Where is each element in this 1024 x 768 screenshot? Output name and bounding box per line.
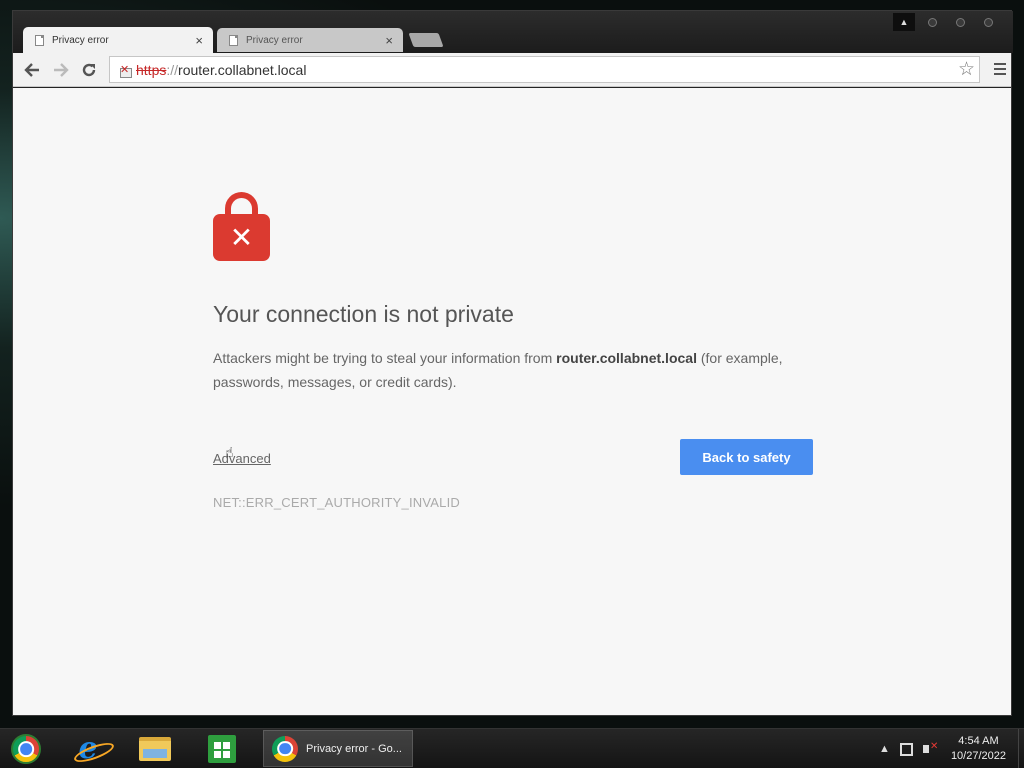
tab-title: Privacy error — [246, 34, 303, 46]
desc-host: router.collabnet.local — [556, 350, 697, 366]
tab-strip: Privacy error × Privacy error × ▲ — [13, 11, 1013, 54]
desc-prefix: Attackers might be trying to steal your … — [213, 350, 557, 366]
close-window-button[interactable] — [977, 13, 999, 31]
url-host: router.collabnet.local — [178, 61, 307, 78]
system-tray: ▲ 4:54 AM 10/27/2022 — [879, 729, 1024, 768]
back-arrow-icon[interactable] — [20, 59, 44, 81]
address-bar[interactable]: https :// router.collabnet.local ☆ — [109, 56, 980, 83]
taskbar-store-icon[interactable] — [196, 732, 248, 766]
error-lock-icon: ✕ — [213, 192, 270, 261]
taskbar-chrome-icon[interactable] — [0, 732, 52, 766]
taskbar-window-label: Privacy error - Go... — [306, 742, 402, 755]
forward-arrow-icon[interactable] — [49, 59, 73, 81]
taskbar-chrome-window[interactable]: Privacy error - Go... — [263, 730, 413, 767]
show-hidden-icons-icon[interactable]: ▲ — [879, 743, 890, 755]
page-title: Your connection is not private — [213, 301, 514, 327]
taskbar: e Privacy error - Go... ▲ 4:54 AM 10/27/… — [0, 728, 1024, 768]
clock[interactable]: 4:54 AM 10/27/2022 — [951, 734, 1006, 764]
clock-time: 4:54 AM — [958, 735, 999, 747]
page-icon — [229, 34, 238, 46]
chrome-icon — [272, 735, 298, 762]
taskbar-file-explorer-icon[interactable] — [129, 732, 181, 766]
hamburger-menu-icon[interactable] — [994, 63, 1006, 75]
url-separator: :// — [166, 61, 179, 78]
hand-cursor-icon: ☝ — [225, 444, 234, 460]
maximize-button[interactable] — [949, 13, 971, 31]
show-desktop-button[interactable] — [1018, 729, 1024, 768]
star-icon[interactable]: ☆ — [958, 58, 975, 81]
page-content: ✕ Your connection is not private Attacke… — [13, 88, 1011, 715]
taskbar-internet-explorer-icon[interactable]: e — [62, 732, 114, 766]
profile-icon[interactable]: ▲ — [893, 13, 915, 31]
tab-close-icon[interactable]: × — [195, 33, 203, 48]
network-icon[interactable] — [899, 742, 913, 756]
insecure-lock-icon[interactable] — [118, 63, 132, 78]
page-icon — [35, 35, 44, 46]
tab-title: Privacy error — [52, 35, 109, 46]
tab-close-icon[interactable]: × — [385, 33, 393, 48]
browser-window: Privacy error × Privacy error × ▲ https — [12, 10, 1013, 716]
back-to-safety-button[interactable]: Back to safety — [680, 439, 813, 475]
browser-toolbar: https :// router.collabnet.local ☆ — [13, 53, 1011, 87]
reload-icon[interactable] — [77, 59, 101, 81]
minimize-button[interactable] — [921, 13, 943, 31]
clock-date: 10/27/2022 — [950, 750, 1006, 762]
window-controls: ▲ — [893, 13, 999, 31]
volume-muted-icon[interactable] — [922, 741, 939, 756]
new-tab-button[interactable] — [408, 33, 444, 47]
tab-privacy-error-active[interactable]: Privacy error × — [23, 27, 213, 54]
advanced-link[interactable]: Advanced — [213, 451, 271, 466]
url-scheme: https — [136, 61, 167, 78]
error-code: NET::ERR_CERT_AUTHORITY_INVALID — [213, 495, 460, 510]
error-description: Attackers might be trying to steal your … — [213, 346, 803, 394]
tab-privacy-error-background[interactable]: Privacy error × — [217, 28, 403, 52]
